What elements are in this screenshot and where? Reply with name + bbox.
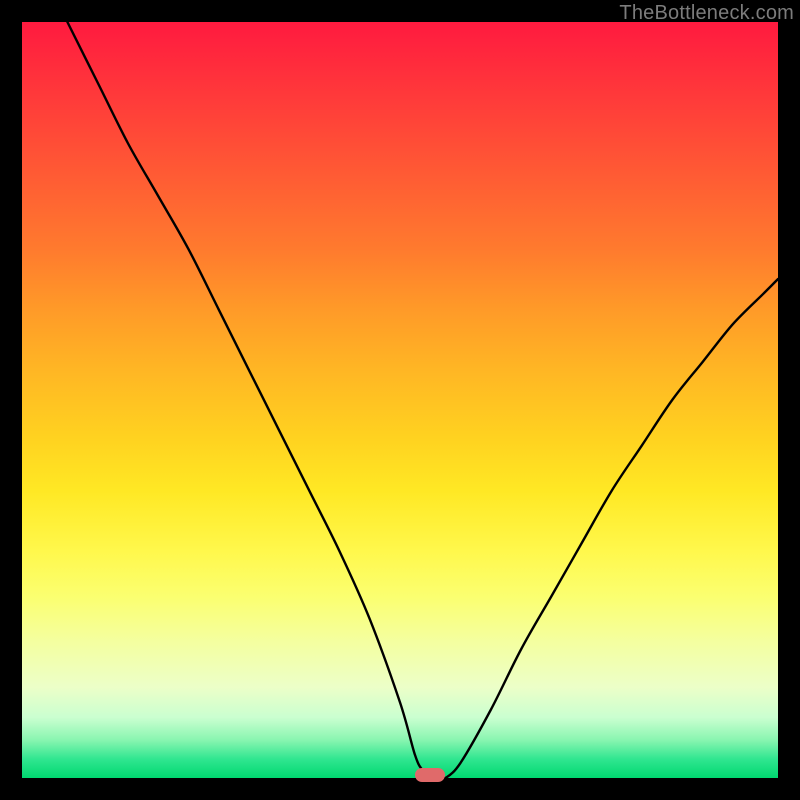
watermark-text: TheBottleneck.com bbox=[619, 2, 794, 25]
bottleneck-curve bbox=[22, 22, 778, 778]
curve-path bbox=[67, 22, 778, 779]
chart-frame: TheBottleneck.com bbox=[0, 0, 800, 800]
plot-area bbox=[22, 22, 778, 778]
optimum-marker bbox=[415, 768, 445, 782]
